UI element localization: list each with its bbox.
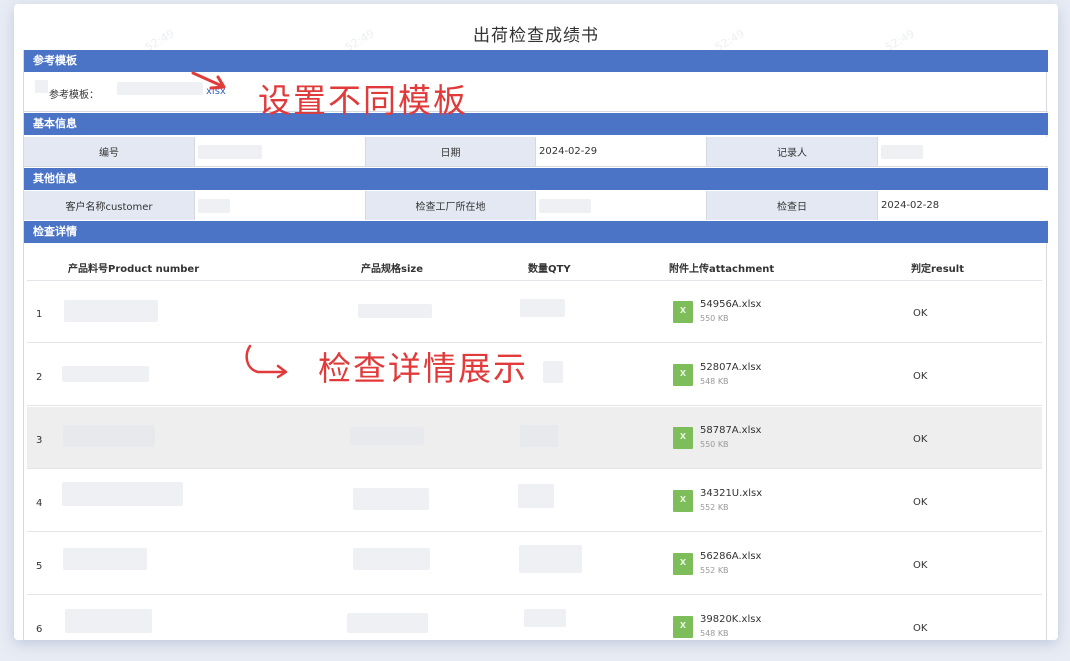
qty-redacted (520, 299, 565, 317)
col-header-attachment: 附件上传attachment (669, 264, 775, 275)
excel-file-icon[interactable] (673, 616, 693, 638)
size-redacted (358, 304, 432, 318)
table-row[interactable]: 3 58787A.xlsx 550 KB OK (27, 407, 1042, 469)
table-row[interactable]: 5 56286A.xlsx 552 KB OK (27, 533, 1042, 595)
attachment-file-name[interactable]: 56286A.xlsx (700, 551, 761, 562)
row-index: 2 (36, 372, 43, 383)
excel-file-icon[interactable] (673, 553, 693, 575)
factory-location-label: 检查工厂所在地 (366, 191, 536, 220)
other-info-row: 客户名称customer 检查工厂所在地 检查日 2024-02-28 (24, 190, 1048, 220)
col-header-product-number: 产品料号Product number (68, 264, 200, 275)
attachment-file-name[interactable]: 52807A.xlsx (700, 362, 761, 373)
result-value: OK (913, 371, 928, 382)
attachment-file-size: 552 KB (700, 566, 729, 575)
section-header-details: 检查详情 (24, 221, 1048, 243)
col-header-result: 判定result (911, 264, 964, 275)
attachment-file-size: 550 KB (700, 440, 729, 449)
excel-file-icon[interactable] (673, 301, 693, 323)
recorder-field[interactable] (878, 137, 1048, 166)
attachment-file-size: 548 KB (700, 629, 729, 638)
result-value: OK (913, 434, 928, 445)
product-number-redacted (62, 366, 149, 382)
section-header-other: 其他信息 (24, 168, 1048, 190)
redacted-field (35, 80, 48, 93)
size-redacted (350, 427, 424, 445)
table-row[interactable]: 2 52807A.xlsx 548 KB OK (27, 344, 1042, 406)
product-number-redacted (63, 425, 155, 447)
product-number-redacted (64, 300, 158, 322)
product-number-redacted (62, 482, 183, 506)
table-row[interactable]: 4 34321U.xlsx 552 KB OK (27, 470, 1042, 532)
section-header-template: 参考模板 (24, 50, 1048, 72)
date-label: 日期 (366, 137, 536, 166)
recorder-label: 记录人 (707, 137, 878, 166)
qty-redacted (519, 545, 582, 573)
row-index: 5 (36, 561, 43, 572)
size-redacted (347, 613, 428, 633)
attachment-file-name[interactable]: 58787A.xlsx (700, 425, 761, 436)
basic-info-row: 编号 日期 2024-02-29 记录人 (24, 135, 1048, 167)
customer-field[interactable] (195, 191, 366, 220)
attachment-file-name[interactable]: 34321U.xlsx (700, 488, 762, 499)
size-redacted (353, 488, 429, 510)
factory-value-redacted (539, 198, 591, 213)
table-row[interactable]: 6 39820K.xlsx 548 KB OK (27, 596, 1042, 640)
result-value: OK (913, 623, 928, 634)
row-index: 6 (36, 624, 43, 635)
size-redacted (353, 548, 430, 570)
template-label: 参考模板： (49, 90, 99, 101)
number-label: 编号 (24, 137, 195, 166)
excel-file-icon[interactable] (673, 427, 693, 449)
product-number-redacted (63, 548, 147, 570)
inspection-date-label: 检查日 (707, 191, 878, 220)
annotation-template-note: 设置不同模板 (258, 81, 468, 120)
annotation-arrow-icon (191, 71, 226, 90)
result-value: OK (913, 497, 928, 508)
section-header-basic: 基本信息 (24, 113, 1048, 135)
qty-redacted (520, 425, 558, 447)
template-row: 参考模板： xlsx (24, 72, 1048, 112)
inspection-date-field[interactable]: 2024-02-28 (878, 191, 1048, 220)
table-row[interactable]: 1 54956A.xlsx 550 KB OK (27, 281, 1042, 343)
attachment-file-size: 550 KB (700, 314, 729, 323)
col-header-qty: 数量QTY (528, 264, 571, 275)
attachment-file-size: 552 KB (700, 503, 729, 512)
result-value: OK (913, 560, 928, 571)
attachment-file-name[interactable]: 54956A.xlsx (700, 299, 761, 310)
customer-label: 客户名称customer (24, 191, 195, 220)
result-value: OK (913, 308, 928, 319)
excel-file-icon[interactable] (673, 490, 693, 512)
recorder-value-redacted (881, 144, 923, 159)
product-number-redacted (65, 609, 152, 633)
excel-file-icon[interactable] (673, 364, 693, 386)
factory-location-field[interactable] (536, 191, 707, 220)
number-field[interactable] (195, 137, 366, 166)
qty-redacted (524, 609, 566, 627)
row-index: 3 (36, 435, 43, 446)
col-header-size: 产品规格size (361, 264, 423, 275)
row-index: 1 (36, 309, 43, 320)
attachment-file-name[interactable]: 39820K.xlsx (700, 614, 761, 625)
annotation-details-note: 检查详情展示 (318, 349, 528, 388)
number-value-redacted (198, 144, 262, 159)
customer-value-redacted (198, 198, 230, 213)
attachment-file-size: 548 KB (700, 377, 729, 386)
date-field[interactable]: 2024-02-29 (536, 137, 707, 166)
report-window: 出荷检查成绩书 52:49 52:49 52:49 52:49 参考模板 参考模… (14, 4, 1058, 640)
annotation-curve-arrow-icon (245, 344, 288, 379)
qty-redacted (518, 484, 554, 508)
qty-redacted (543, 361, 563, 383)
row-index: 4 (36, 498, 43, 509)
report-sheet: 参考模板 参考模板： xlsx 基本信息 编号 日期 2024-02-29 记录… (23, 50, 1048, 640)
